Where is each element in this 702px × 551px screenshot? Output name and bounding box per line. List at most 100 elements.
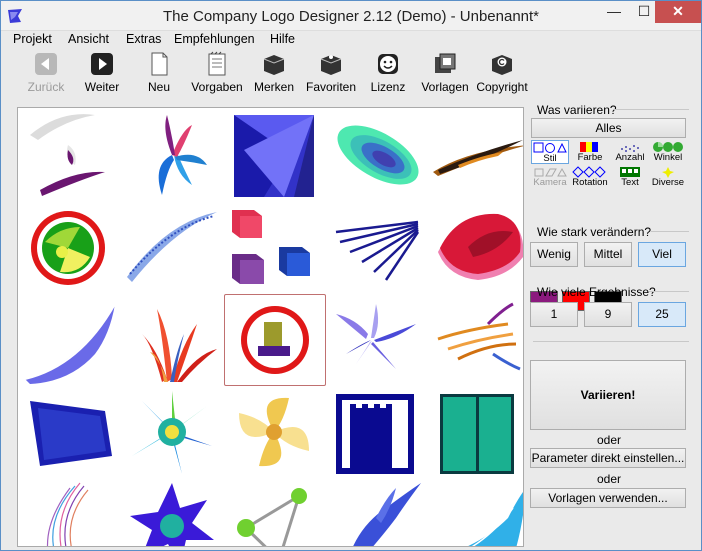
license-button[interactable]: Lizenz bbox=[357, 49, 419, 94]
category-misc-label: Diverse bbox=[651, 177, 685, 188]
menu-empfehlungen[interactable]: Empfehlungen bbox=[174, 32, 255, 46]
separator bbox=[651, 231, 689, 232]
forward-button[interactable]: Weiter bbox=[71, 49, 133, 94]
separator bbox=[613, 109, 689, 110]
logo-blue-castle[interactable] bbox=[326, 386, 428, 478]
category-style-label: Stil bbox=[543, 153, 557, 164]
logo-blue-rays-square[interactable] bbox=[224, 110, 326, 202]
forward-arrow-icon bbox=[91, 53, 113, 75]
new-document-icon bbox=[151, 52, 168, 76]
separator bbox=[649, 291, 689, 292]
logo-blue-fan-lines[interactable] bbox=[326, 202, 428, 294]
logo-blue-hand[interactable] bbox=[326, 478, 428, 546]
category-color-label: Farbe bbox=[577, 152, 603, 163]
category-angle[interactable]: Winkel bbox=[649, 140, 687, 164]
logo-grid[interactable] bbox=[17, 107, 524, 547]
logo-pink-threads[interactable] bbox=[20, 478, 122, 546]
copyright-button[interactable]: Copyright bbox=[471, 49, 533, 94]
notepad-icon bbox=[208, 51, 226, 76]
strength-label: Wie stark verändern? bbox=[537, 225, 652, 239]
logo-teal-ellipse[interactable] bbox=[326, 110, 428, 202]
new-label: Neu bbox=[147, 80, 170, 94]
presets-label: Vorgaben bbox=[191, 80, 243, 94]
logo-red-flame[interactable] bbox=[122, 294, 224, 386]
copyright-book-icon bbox=[492, 55, 512, 75]
forward-label: Weiter bbox=[84, 80, 120, 94]
menu-hilfe[interactable]: Hilfe bbox=[270, 32, 295, 46]
count-9-button[interactable]: 9 bbox=[584, 302, 632, 327]
logo-yellow-pinwheel[interactable] bbox=[224, 386, 326, 478]
vary-button[interactable]: Variieren! bbox=[530, 360, 686, 430]
count-label: Wie viele Ergebnisse? bbox=[537, 285, 656, 299]
templates-label: Vorlagen bbox=[421, 80, 469, 94]
strength-much-button[interactable]: Viel bbox=[638, 242, 686, 267]
toolbar: Zurück Weiter Neu Vorgaben Merken Favori… bbox=[21, 49, 541, 97]
logo-blue-wave-line[interactable] bbox=[122, 202, 224, 294]
logo-blue-cloud[interactable] bbox=[20, 386, 122, 478]
category-rotation-label: Rotation bbox=[572, 177, 608, 188]
or-label: oder bbox=[596, 433, 622, 447]
logo-teal-door[interactable] bbox=[428, 386, 523, 478]
category-misc[interactable]: Diverse bbox=[649, 165, 687, 189]
minimize-button[interactable]: — bbox=[599, 1, 629, 23]
app-window: The Company Logo Designer 2.12 (Demo) - … bbox=[0, 0, 702, 551]
book-icon bbox=[263, 55, 285, 75]
category-style[interactable]: Stil bbox=[531, 140, 569, 164]
menu-projekt[interactable]: Projekt bbox=[13, 32, 52, 46]
favorites-button[interactable]: Favoriten bbox=[300, 49, 362, 94]
category-text[interactable]: Text bbox=[611, 165, 649, 189]
logo-swoosh-grey[interactable] bbox=[20, 110, 122, 202]
category-color[interactable]: Farbe bbox=[571, 140, 609, 164]
logo-blue-curve[interactable] bbox=[20, 294, 122, 386]
back-label: Zurück bbox=[27, 80, 65, 94]
back-arrow-icon bbox=[35, 53, 57, 75]
back-button[interactable]: Zurück bbox=[15, 49, 77, 94]
favorites-label: Favoriten bbox=[305, 80, 357, 94]
smiley-icon bbox=[378, 54, 398, 74]
logo-multicolor-splat[interactable] bbox=[122, 386, 224, 478]
logo-dark-brush[interactable] bbox=[428, 110, 523, 202]
logo-red-target-green[interactable] bbox=[20, 202, 122, 294]
category-angle-label: Winkel bbox=[653, 152, 683, 163]
use-templates-button[interactable]: Vorlagen verwenden... bbox=[530, 488, 686, 508]
logo-blue-wave[interactable] bbox=[428, 478, 523, 546]
logo-purple-star[interactable] bbox=[122, 478, 224, 546]
category-camera-label: Kamera bbox=[533, 177, 567, 188]
copyright-label: Copyright bbox=[476, 80, 528, 94]
window-title: The Company Logo Designer 2.12 (Demo) - … bbox=[162, 8, 540, 25]
logo-cubes[interactable] bbox=[224, 202, 326, 294]
category-camera[interactable]: Kamera bbox=[531, 165, 569, 189]
logo-blue-feathers[interactable] bbox=[122, 110, 224, 202]
separator bbox=[533, 341, 689, 342]
templates-button[interactable]: Vorlagen bbox=[414, 49, 476, 94]
category-count[interactable]: Anzahl bbox=[611, 140, 649, 164]
new-button[interactable]: Neu bbox=[128, 49, 190, 94]
templates-icon bbox=[435, 53, 456, 73]
presets-button[interactable]: Vorgaben bbox=[186, 49, 248, 94]
params-button[interactable]: Parameter direkt einstellen... bbox=[530, 448, 686, 468]
license-label: Lizenz bbox=[370, 80, 406, 94]
all-button[interactable]: Alles bbox=[531, 118, 686, 138]
logo-orange-spray[interactable] bbox=[428, 294, 523, 386]
category-rotation[interactable]: Rotation bbox=[571, 165, 609, 189]
count-25-button[interactable]: 25 bbox=[638, 302, 686, 327]
strength-little-button[interactable]: Wenig bbox=[530, 242, 578, 267]
or-label: oder bbox=[596, 472, 622, 486]
menu-extras[interactable]: Extras bbox=[126, 32, 161, 46]
title-bar[interactable]: The Company Logo Designer 2.12 (Demo) - … bbox=[1, 1, 701, 31]
remember-label: Merken bbox=[253, 80, 294, 94]
remember-button[interactable]: Merken bbox=[243, 49, 305, 94]
logo-red-circle-olive[interactable] bbox=[224, 294, 326, 386]
logo-green-balls[interactable] bbox=[224, 478, 326, 546]
favorites-book-icon bbox=[320, 55, 342, 75]
category-count-label: Anzahl bbox=[615, 152, 645, 163]
logo-red-pink-blob[interactable] bbox=[428, 202, 523, 294]
logo-purple-fan[interactable] bbox=[326, 294, 428, 386]
category-text-label: Text bbox=[621, 177, 639, 188]
vary-what-label: Was variieren? bbox=[537, 103, 617, 117]
options-panel: Was variieren? Alles Stil Farbe Anzahl W… bbox=[529, 101, 689, 541]
close-button[interactable]: ✕ bbox=[655, 1, 701, 23]
count-1-button[interactable]: 1 bbox=[530, 302, 578, 327]
strength-medium-button[interactable]: Mittel bbox=[584, 242, 632, 267]
menu-ansicht[interactable]: Ansicht bbox=[68, 32, 109, 46]
